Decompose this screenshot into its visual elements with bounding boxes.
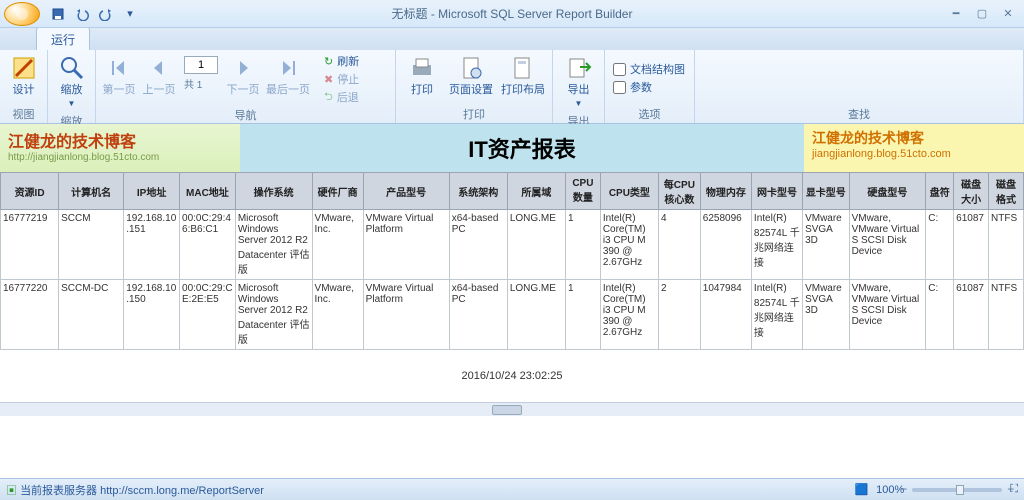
report-banner: 江健龙的技术博客 http://jiangjianlong.blog.51cto… <box>0 124 1024 172</box>
tab-run[interactable]: 运行 <box>36 27 90 50</box>
export-button[interactable]: 导出▼ <box>557 52 600 112</box>
col-header: MAC地址 <box>180 173 236 210</box>
status-bar: ▣ 当前报表服务器 http://sccm.long.me/ReportServ… <box>0 478 1024 500</box>
print-layout-button[interactable]: 打印布局 <box>498 52 548 98</box>
col-header: CPU类型 <box>600 173 658 210</box>
app-logo-icon <box>15 7 29 21</box>
zoom-button[interactable]: 缩放▼ <box>52 52 91 112</box>
next-page-button[interactable]: 下一页 <box>224 52 262 98</box>
save-button[interactable] <box>48 4 68 24</box>
zoom-slider-knob[interactable] <box>956 485 964 495</box>
last-page-button[interactable]: 最后一页 <box>264 52 312 98</box>
asset-table: 资源ID计算机名IP地址MAC地址操作系统硬件厂商产品型号系统架构所属域CPU数… <box>0 172 1024 350</box>
first-page-icon <box>105 54 133 82</box>
zoom-slider[interactable]: − + <box>912 488 1002 492</box>
col-header: IP地址 <box>124 173 180 210</box>
prev-page-button[interactable]: 上一页 <box>140 52 178 98</box>
redo-icon <box>99 7 113 21</box>
horizontal-scrollbar[interactable] <box>0 402 1024 416</box>
table-row[interactable]: 16777220SCCM-DC192.168.10.15000:0C:29:CE… <box>1 280 1024 350</box>
refresh-icon: ↻ <box>324 55 333 68</box>
stop-button[interactable]: ✖停止 <box>320 70 363 88</box>
banner-left: 江健龙的技术博客 http://jiangjianlong.blog.51cto… <box>0 124 240 172</box>
col-header: 磁盘大小 <box>954 173 989 210</box>
report-viewer[interactable]: 江健龙的技术博客 http://jiangjianlong.blog.51cto… <box>0 124 1024 478</box>
params-check[interactable]: 参数 <box>609 78 689 96</box>
col-header: 计算机名 <box>59 173 124 210</box>
back-icon: ⮌ <box>324 88 333 107</box>
col-header: 磁盘格式 <box>989 173 1024 210</box>
report-title: IT资产报表 <box>468 132 576 164</box>
col-header: 盘符 <box>926 173 954 210</box>
minimize-button[interactable]: ━ <box>944 5 968 23</box>
col-header: 显卡型号 <box>803 173 850 210</box>
next-page-icon <box>229 54 257 82</box>
qat-dropdown[interactable]: ▾ <box>120 4 140 24</box>
col-header: 资源ID <box>1 173 59 210</box>
refresh-button[interactable]: ↻刷新 <box>320 52 363 70</box>
back-button[interactable]: ⮌后退 <box>320 88 363 106</box>
doc-map-check[interactable]: 文档结构图 <box>609 60 689 78</box>
page-number-input[interactable] <box>184 56 218 74</box>
export-icon <box>565 54 593 82</box>
status-flag-icon: 🟦 <box>854 483 868 496</box>
col-header: 硬盘型号 <box>849 173 926 210</box>
table-header-row: 资源ID计算机名IP地址MAC地址操作系统硬件厂商产品型号系统架构所属域CPU数… <box>1 173 1024 210</box>
zoom-in-icon[interactable]: + <box>1007 482 1014 496</box>
col-header: 网卡型号 <box>751 173 802 210</box>
zoom-icon <box>58 54 86 82</box>
status-server: ▣ 当前报表服务器 http://sccm.long.me/ReportServ… <box>6 482 264 498</box>
page-setup-button[interactable]: 页面设置 <box>446 52 496 98</box>
banner-title-area: IT资产报表 <box>240 124 804 172</box>
first-page-button[interactable]: 第一页 <box>100 52 138 98</box>
col-header: 硬件厂商 <box>312 173 363 210</box>
prev-page-icon <box>145 54 173 82</box>
col-header: 所属域 <box>507 173 565 210</box>
print-icon <box>408 54 436 82</box>
print-layout-icon <box>509 54 537 82</box>
banner-right: 江健龙的技术博客 jiangjianlong.blog.51cto.com <box>804 124 1024 172</box>
quick-access-toolbar: ▾ <box>48 4 140 24</box>
col-header: CPU数量 <box>565 173 600 210</box>
close-button[interactable]: ✕ <box>996 5 1020 23</box>
ribbon: 设计 视图 缩放▼ 缩放 第一页 上一页 共 1 下一页 最后一页 ↻刷新 ✖停… <box>0 50 1024 124</box>
col-header: 系统架构 <box>449 173 507 210</box>
col-header: 每CPU核心数 <box>658 173 700 210</box>
title-bar: ▾ 无标题 - Microsoft SQL Server Report Buil… <box>0 0 1024 28</box>
window-title: 无标题 - Microsoft SQL Server Report Builde… <box>392 5 633 22</box>
last-page-icon <box>274 54 302 82</box>
ribbon-tab-row: 运行 <box>0 28 1024 50</box>
table-row[interactable]: 16777219SCCM192.168.10.15100:0C:29:46:B6… <box>1 210 1024 280</box>
undo-icon <box>75 7 89 21</box>
undo-button[interactable] <box>72 4 92 24</box>
col-header: 产品型号 <box>363 173 449 210</box>
design-button[interactable]: 设计 <box>4 52 43 98</box>
page-setup-icon <box>457 54 485 82</box>
col-header: 物理内存 <box>700 173 751 210</box>
print-button[interactable]: 打印 <box>400 52 444 98</box>
maximize-button[interactable]: ▢ <box>970 5 994 23</box>
scrollbar-thumb[interactable] <box>492 405 522 415</box>
zoom-out-icon[interactable]: − <box>900 482 907 496</box>
redo-button[interactable] <box>96 4 116 24</box>
col-header: 操作系统 <box>235 173 312 210</box>
report-timestamp: 2016/10/24 23:02:25 <box>0 350 1024 402</box>
design-icon <box>10 54 38 82</box>
save-icon <box>51 7 65 21</box>
app-menu-button[interactable] <box>4 2 40 26</box>
stop-icon: ✖ <box>324 73 333 86</box>
